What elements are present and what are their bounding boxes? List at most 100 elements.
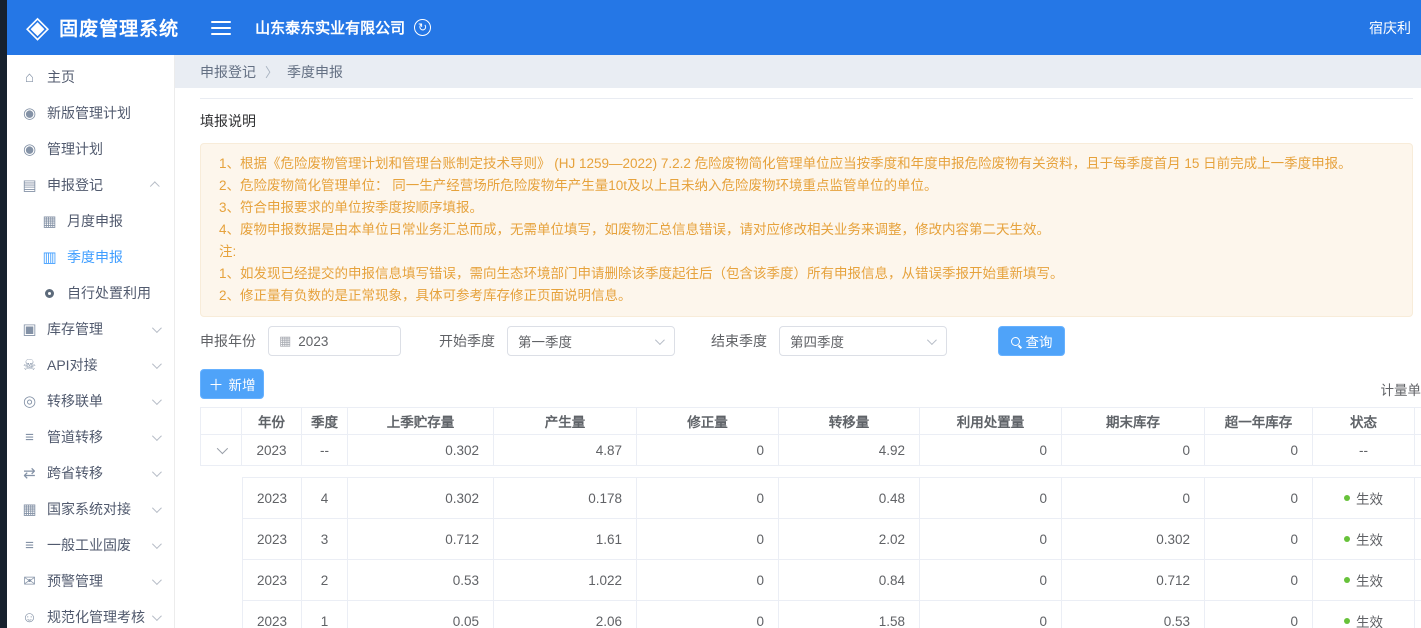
column-header-6: 转移量	[779, 408, 920, 434]
expand-row-button[interactable]	[200, 435, 242, 465]
cell-disposed: 0	[920, 601, 1062, 628]
sidebar-item-6[interactable]: 自行处置利用	[7, 275, 174, 311]
sidebar-item-7[interactable]: ▣库存管理	[7, 311, 174, 347]
table-row[interactable]: 202330.7121.6102.0200.3020生效	[242, 519, 1421, 560]
cell-produced: 0.178	[494, 478, 637, 518]
sidebar-item-label: 管理计划	[47, 139, 103, 159]
sidebar-item-label: API对接	[47, 355, 98, 375]
cell-end_inventory: 0	[1062, 478, 1205, 518]
cell-last_storage: 0.302	[348, 478, 494, 518]
start-quarter-select[interactable]: 第一季度	[507, 326, 675, 356]
search-button[interactable]: 查询	[998, 326, 1065, 356]
sidebar-item-2[interactable]: ◉管理计划	[7, 131, 174, 167]
cell-transferred: 0.84	[779, 560, 920, 600]
end-quarter-select[interactable]: 第四季度	[779, 326, 947, 356]
cell-year: 2023	[242, 519, 302, 559]
chevron-down-icon	[152, 503, 162, 513]
sidebar-item-4[interactable]: ▦ 月度申报	[7, 203, 174, 239]
column-header-2: 季度	[302, 408, 348, 434]
breadcrumb-item-quarterly: 季度申报	[287, 62, 343, 82]
cell-disposed: 0	[920, 560, 1062, 600]
cell-end_inventory: 0.53	[1062, 601, 1205, 628]
summary-cell-quarter: --	[302, 435, 348, 465]
filter-bar: 申报年份 ▦ 2023 开始季度 第一季度 结束季度 第四季度 查询	[200, 325, 1421, 357]
plan-badge-icon: ◉	[20, 104, 39, 122]
cell-year: 2023	[242, 601, 302, 628]
table-row[interactable]: 202340.3020.17800.48000生效	[242, 478, 1421, 519]
summary-cell-produced: 4.87	[494, 435, 637, 465]
refresh-icon[interactable]: ↻	[414, 19, 431, 36]
column-header-5: 修正量	[637, 408, 779, 434]
cell-over_year: 0	[1205, 601, 1313, 628]
column-header-9: 超一年库存	[1205, 408, 1313, 434]
assessment-people-icon: ☺	[20, 609, 39, 626]
sidebar-item-9[interactable]: ◎转移联单	[7, 383, 174, 419]
sidebar-item-10[interactable]: ≡管道转移	[7, 419, 174, 455]
sidebar-item-13[interactable]: ≡一般工业固废	[7, 527, 174, 563]
chevron-down-icon	[152, 575, 162, 585]
cell-corrected: 0	[637, 601, 779, 628]
alert-mail-icon: ✉	[20, 572, 39, 590]
breadcrumb-separator-icon: 〉	[265, 62, 278, 81]
sidebar-item-label: 申报登记	[47, 175, 103, 195]
add-button[interactable]: ＋ 新增	[200, 369, 264, 399]
sidebar-item-12[interactable]: ▦国家系统对接	[7, 491, 174, 527]
sidebar-item-label: 月度申报	[67, 211, 123, 231]
sidebar-item-label: 规范化管理考核	[47, 607, 145, 627]
divider	[200, 98, 1413, 99]
sidebar-item-11[interactable]: ⇄ 跨省转移	[7, 455, 174, 491]
row-gap	[200, 466, 1421, 477]
sidebar-item-label: 自行处置利用	[67, 283, 151, 303]
cell-year: 2023	[242, 560, 302, 600]
chevron-down-icon	[152, 395, 162, 405]
table-row[interactable]: 202310.052.0601.5800.530生效	[242, 601, 1421, 628]
sidebar-item-0[interactable]: ⌂主页	[7, 59, 174, 95]
cell-disposed: 0	[920, 519, 1062, 559]
chevron-down-icon	[152, 467, 162, 477]
cell-produced: 1.022	[494, 560, 637, 600]
app-window: ◈ 固废管理系统 山东泰东实业有限公司 ↻ 宿庆利 ⌂主页◉新版管理计划◉管理计…	[0, 0, 1421, 628]
sidebar-item-5[interactable]: ▥季度申报	[7, 239, 174, 275]
summary-cell-over_year: 0	[1205, 435, 1313, 465]
declare-form-icon: ▤	[20, 176, 39, 194]
cell-quarter: 2	[302, 560, 348, 600]
quarterly-report-table: 年份季度上季贮存量产生量修正量转移量利用处置量期末库存超一年库存状态2023--…	[200, 407, 1421, 628]
cell-cut	[1415, 519, 1421, 559]
quarterly-building-icon: ▥	[40, 248, 59, 266]
cell-produced: 1.61	[494, 519, 637, 559]
status-label: 生效	[1356, 570, 1383, 590]
cell-corrected: 0	[637, 560, 779, 600]
status-dot-icon	[1344, 536, 1350, 542]
cross-province-icon: ⇄	[20, 464, 39, 482]
end-quarter-value: 第四季度	[790, 331, 927, 351]
cell-disposed: 0	[920, 478, 1062, 518]
breadcrumb-item-declare[interactable]: 申报登记	[200, 62, 256, 82]
sidebar: ⌂主页◉新版管理计划◉管理计划▤申报登记▦月度申报▥季度申报自行处置利用▣库存管…	[7, 55, 175, 628]
chevron-down-icon	[152, 539, 162, 549]
sidebar-item-15[interactable]: ☺ 规范化管理考核	[7, 599, 174, 628]
table-header-row: 年份季度上季贮存量产生量修正量转移量利用处置量期末库存超一年库存状态	[200, 407, 1421, 435]
company-name[interactable]: 山东泰东实业有限公司 ↻	[255, 17, 431, 38]
inventory-house-icon: ▣	[20, 320, 39, 338]
username[interactable]: 宿庆利	[1369, 18, 1411, 38]
start-quarter-label: 开始季度	[439, 331, 495, 351]
summary-cell-transferred: 4.92	[779, 435, 920, 465]
monthly-calendar-icon: ▦	[40, 212, 59, 230]
summary-cell-year: 2023	[242, 435, 302, 465]
cell-year: 2023	[242, 478, 302, 518]
sidebar-item-3[interactable]: ▤ 申报登记	[7, 167, 174, 203]
cell-last_storage: 0.53	[348, 560, 494, 600]
hamburger-icon[interactable]	[211, 21, 231, 35]
sidebar-item-label: 跨省转移	[47, 463, 103, 483]
status-label: 生效	[1356, 529, 1383, 549]
year-input[interactable]: ▦ 2023	[268, 326, 401, 356]
table-toolbar: ＋ 新增 计量单	[200, 369, 1421, 399]
pipeline-transfer-icon: ≡	[20, 429, 39, 446]
sidebar-item-8[interactable]: ☠API对接	[7, 347, 174, 383]
table-row[interactable]: 202320.531.02200.8400.7120生效	[242, 560, 1421, 601]
sidebar-item-14[interactable]: ✉预警管理	[7, 563, 174, 599]
sidebar-item-1[interactable]: ◉新版管理计划	[7, 95, 174, 131]
status-dot-icon	[1344, 618, 1350, 624]
filing-notice: 1、根据《危险废物管理计划和管理台账制定技术导则》 (HJ 1259—2022)…	[200, 143, 1413, 317]
notice-line-6: 2、修正量有负数的是正常现象，具体可参考库存修正页面说明信息。	[219, 285, 1394, 307]
